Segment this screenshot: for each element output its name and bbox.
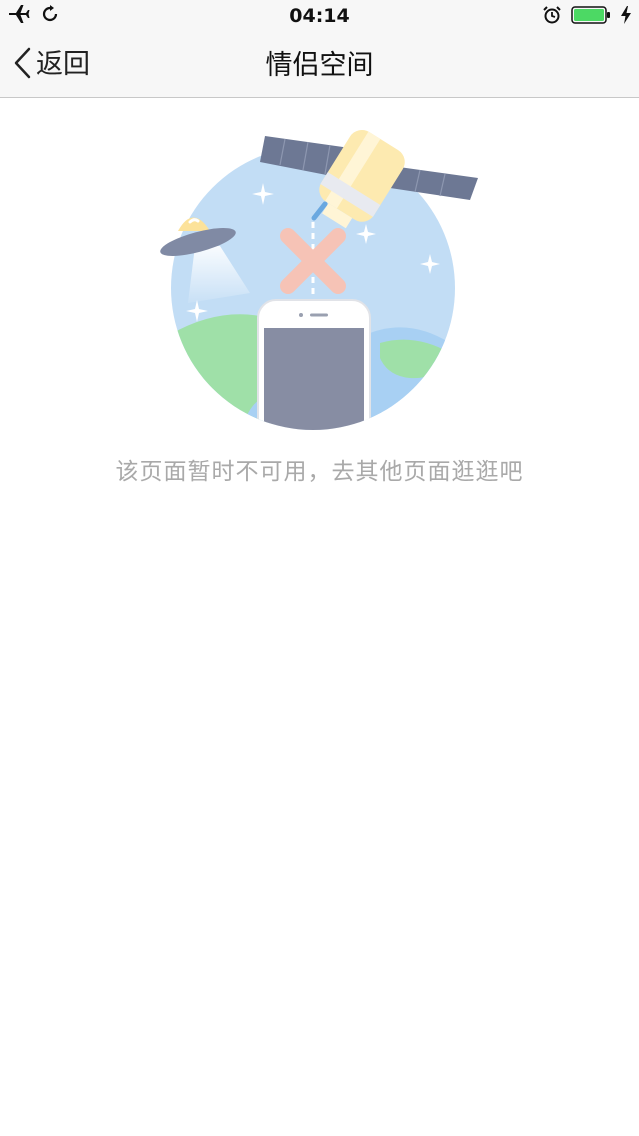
navigation-bar: 返回 情侣空间 [0,32,639,98]
unavailable-message: 该页面暂时不可用，去其他页面逛逛吧 [115,459,524,485]
charging-icon [621,6,631,28]
unavailable-illustration [150,118,490,438]
alarm-icon [543,6,561,28]
battery-icon [571,5,611,29]
page-title: 情侣空间 [265,50,374,81]
status-right-icons [543,5,631,29]
phone [257,299,371,430]
status-bar: 04:14 [0,0,639,32]
